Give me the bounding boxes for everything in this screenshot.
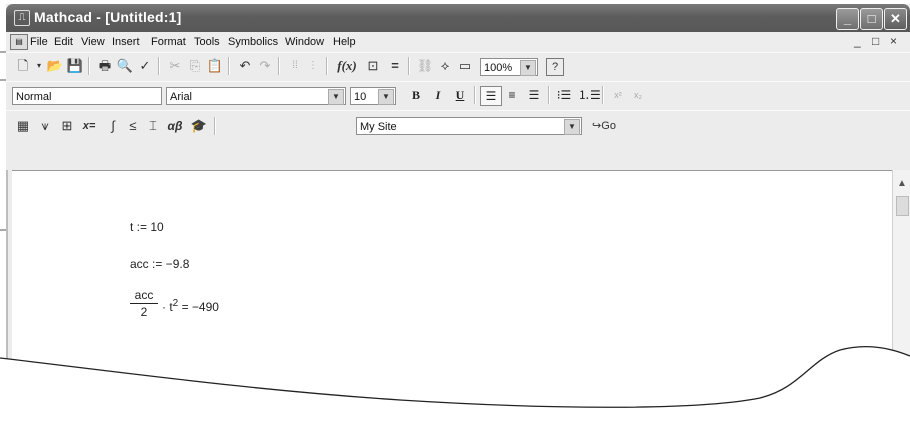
torn-edge-overlay	[0, 51, 910, 425]
